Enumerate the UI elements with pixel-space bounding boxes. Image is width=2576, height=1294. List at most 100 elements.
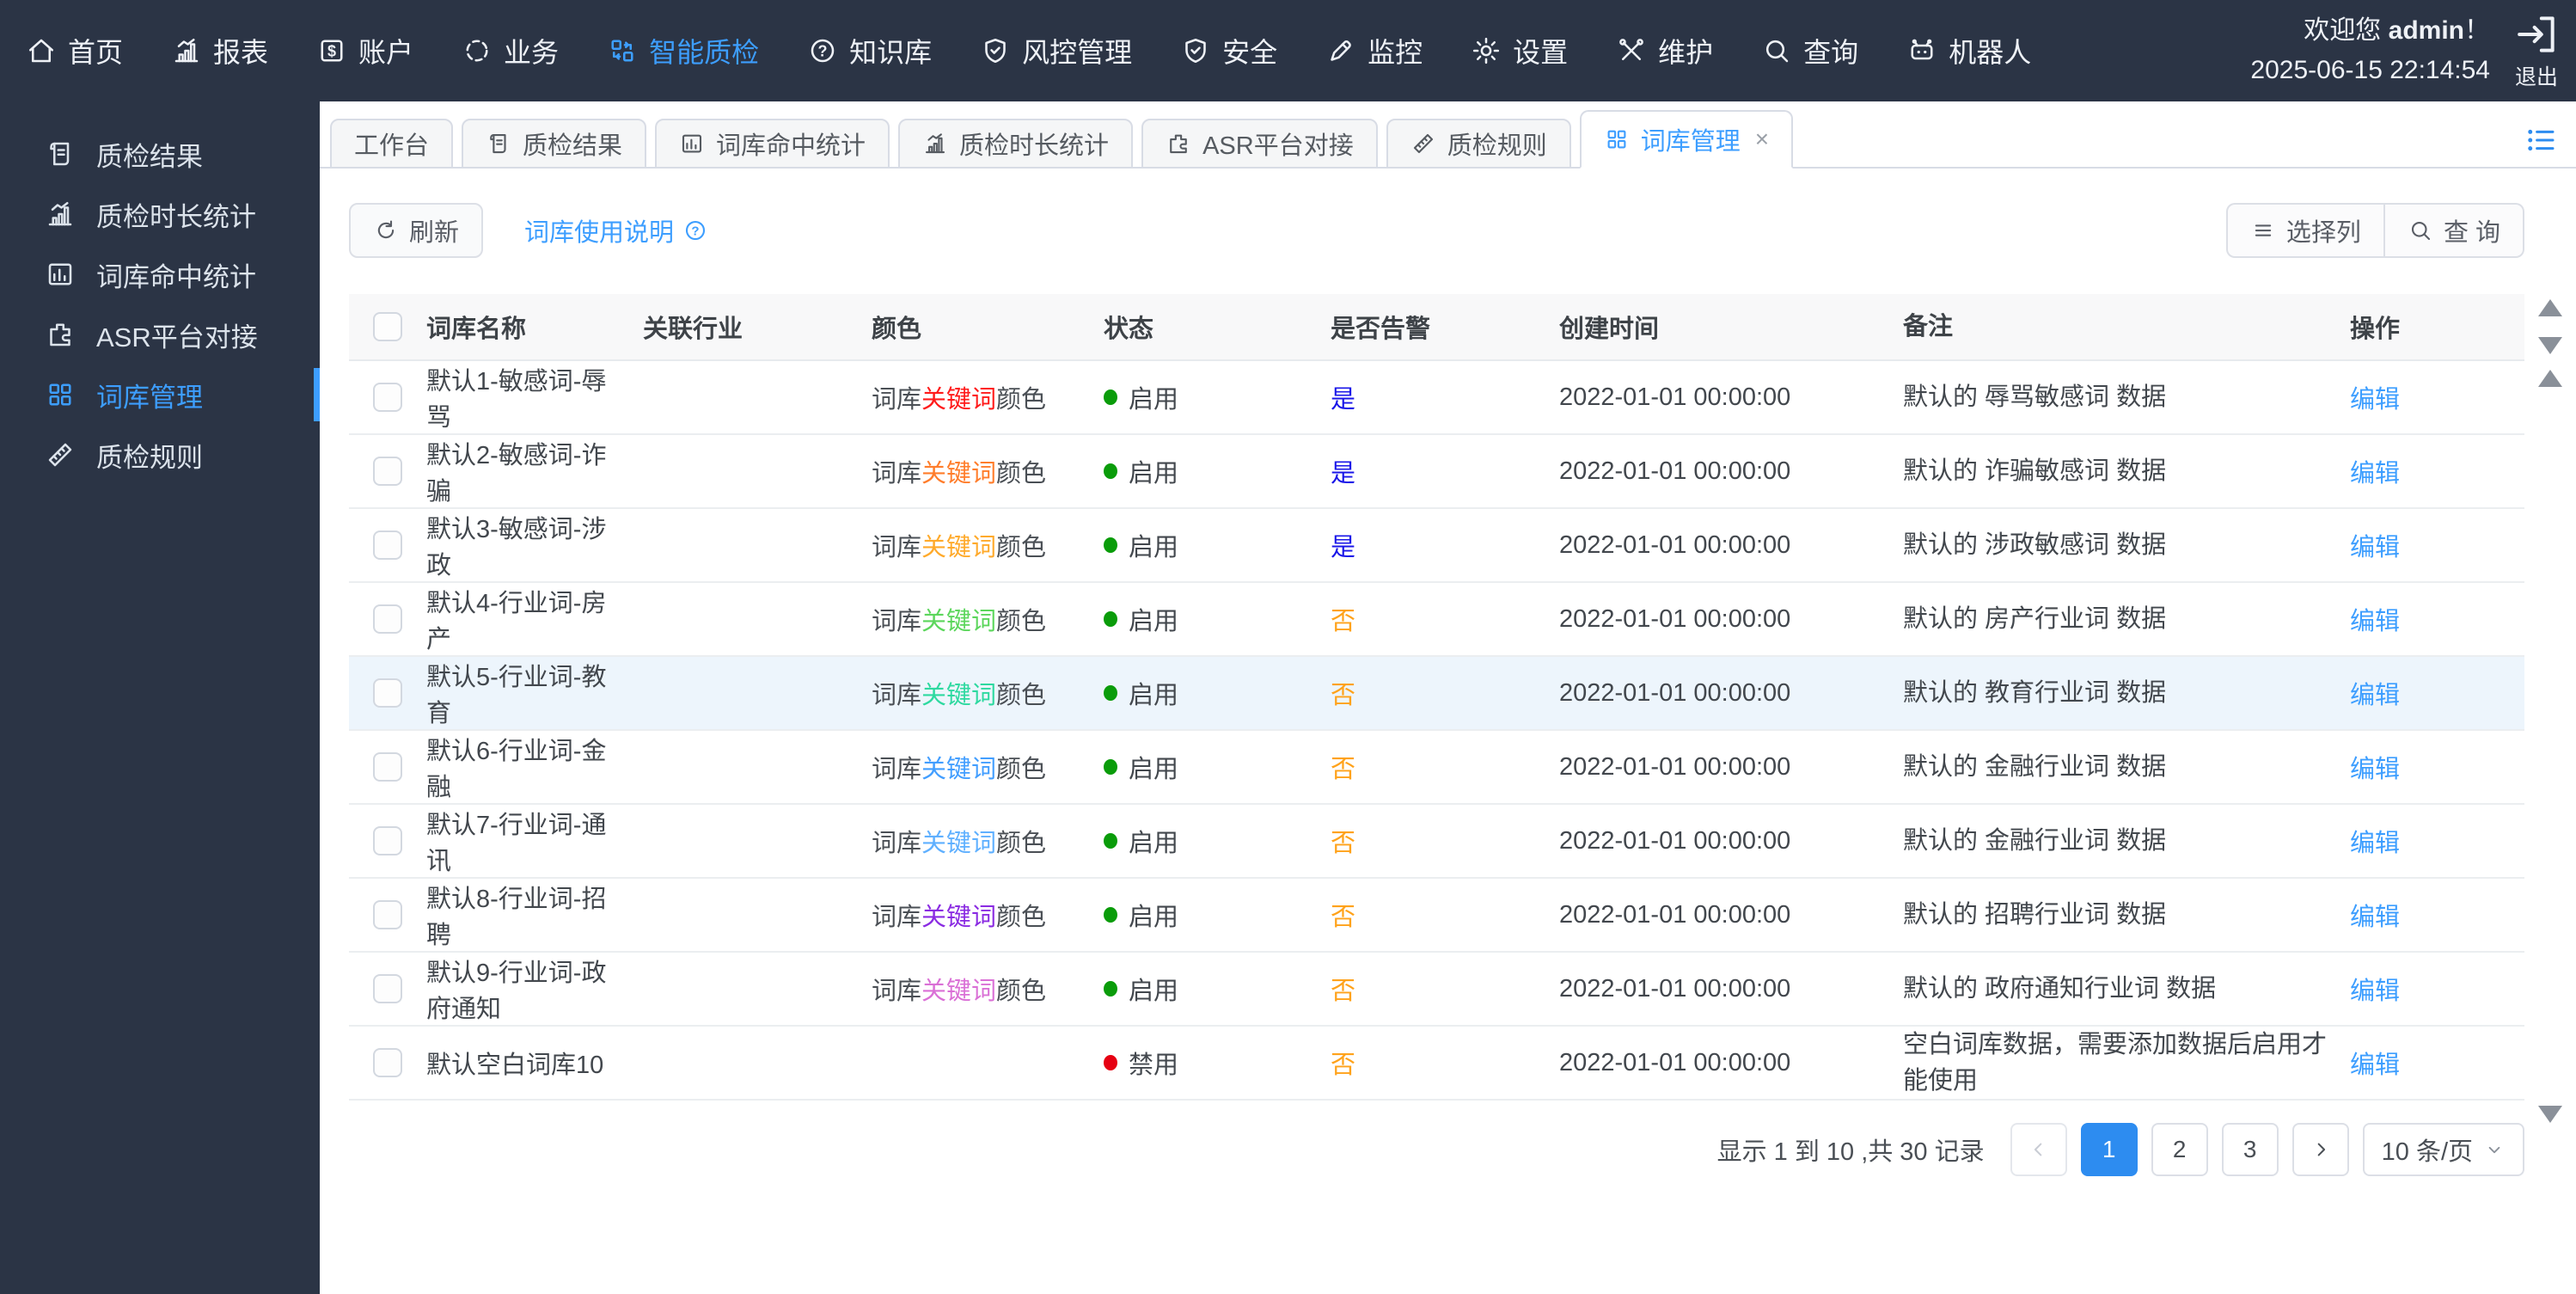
vscroll-top-arrow[interactable] xyxy=(2538,370,2562,387)
nav-item-robot[interactable]: 机器人 xyxy=(1906,31,2031,71)
page-size-select[interactable]: 10 条/页 xyxy=(2362,1123,2524,1177)
pen-icon xyxy=(1325,35,1356,66)
sidebar-item-lexicon-hits[interactable]: 词库命中统计 xyxy=(0,244,320,304)
row-checkbox[interactable] xyxy=(373,826,402,856)
sidebar-item-lexicon-manage[interactable]: 词库管理 xyxy=(0,365,320,425)
page-button-2[interactable]: 2 xyxy=(2151,1123,2208,1177)
edit-link[interactable]: 编辑 xyxy=(2350,460,2400,488)
welcome-line: 欢迎您 admin！ xyxy=(2304,15,2490,45)
tab-workbench[interactable]: 工作台 xyxy=(330,119,454,169)
edit-link[interactable]: 编辑 xyxy=(2350,904,2400,931)
nav-item-maintain[interactable]: 维护 xyxy=(1616,31,1713,71)
nav-item-knowledge[interactable]: ? 知识库 xyxy=(807,31,932,71)
tab-lexicon-hits[interactable]: 词库命中统计 xyxy=(655,119,890,169)
nav-item-smart-qc[interactable]: 智能质检 xyxy=(607,31,759,71)
edit-link[interactable]: 编辑 xyxy=(2350,978,2400,1005)
row-checkbox[interactable] xyxy=(373,678,402,708)
row-checkbox[interactable] xyxy=(373,974,402,1003)
repeat-icon xyxy=(607,35,638,66)
scroll-up-arrow[interactable] xyxy=(2538,299,2562,316)
scroll-down-arrow[interactable] xyxy=(2538,337,2562,354)
edit-link[interactable]: 编辑 xyxy=(2350,608,2400,635)
row-checkbox[interactable] xyxy=(373,457,402,486)
query-button[interactable]: 查 询 xyxy=(2383,203,2524,258)
edit-link[interactable]: 编辑 xyxy=(2350,682,2400,709)
nav-item-home[interactable]: 首页 xyxy=(26,31,123,71)
lexicon-help-link[interactable]: 词库使用说明 ? xyxy=(524,212,708,248)
row-checkbox[interactable] xyxy=(373,900,402,929)
edit-link[interactable]: 编辑 xyxy=(2350,1052,2400,1079)
color-cell: 词库关键词颜色 xyxy=(872,527,1104,563)
refresh-button[interactable]: 刷新 xyxy=(349,203,484,258)
row-checkbox[interactable] xyxy=(373,1048,402,1078)
nav-item-business[interactable]: 业务 xyxy=(462,31,559,71)
alarm-cell: 否 xyxy=(1331,1045,1559,1081)
row-checkbox[interactable] xyxy=(373,752,402,782)
vscroll-bottom-arrow[interactable] xyxy=(2538,1106,2562,1123)
sidebar-item-asr-platform[interactable]: ASR平台对接 xyxy=(0,304,320,365)
lexicon-name: 默认8-行业词-招聘 xyxy=(426,886,607,949)
tab-close-icon[interactable]: × xyxy=(1755,126,1769,153)
logout-button[interactable]: 退出 xyxy=(2512,10,2561,91)
nav-item-query[interactable]: 查询 xyxy=(1761,31,1858,71)
toolbar-right-group: 选择列 查 询 xyxy=(2225,203,2524,258)
nav-item-reports[interactable]: 报表 xyxy=(171,31,268,71)
page-button-1[interactable]: 1 xyxy=(2080,1123,2138,1177)
question-circle-icon: ? xyxy=(807,35,838,66)
nav-item-security[interactable]: 安全 xyxy=(1180,31,1277,71)
edit-link[interactable]: 编辑 xyxy=(2350,830,2400,857)
select-all-checkbox[interactable] xyxy=(373,312,402,341)
sidebar-item-qc-result[interactable]: 质检结果 xyxy=(0,124,320,184)
page-button-3[interactable]: 3 xyxy=(2221,1123,2279,1177)
nav-item-settings[interactable]: 设置 xyxy=(1471,31,1568,71)
color-prefix: 词库 xyxy=(872,904,922,931)
nav-item-label: 查询 xyxy=(1803,37,1859,68)
tab-qc-rules[interactable]: 质检规则 xyxy=(1386,119,1571,169)
tab-asr-platform[interactable]: ASR平台对接 xyxy=(1141,119,1378,169)
tab-label: ASR平台对接 xyxy=(1202,132,1354,160)
next-page-button[interactable] xyxy=(2291,1123,2349,1177)
row-checkbox-cell xyxy=(349,678,426,708)
nav-item-accounts[interactable]: $ 账户 xyxy=(316,31,413,71)
chart-box-icon xyxy=(679,131,705,156)
status-dot-enabled xyxy=(1104,759,1117,775)
select-columns-button[interactable]: 选择列 xyxy=(2225,203,2384,258)
remark: 默认的 金融行业词 数据 xyxy=(1903,826,2167,855)
prev-page-button[interactable] xyxy=(2010,1123,2067,1177)
query-label: 查 询 xyxy=(2443,219,2500,247)
edit-link[interactable]: 编辑 xyxy=(2350,386,2400,414)
edit-link[interactable]: 编辑 xyxy=(2350,534,2400,561)
alarm-cell: 否 xyxy=(1331,749,1559,785)
lexicon-name: 默认4-行业词-房产 xyxy=(426,590,607,653)
status-dot-enabled xyxy=(1104,463,1117,479)
created-time: 2022-01-01 00:00:00 xyxy=(1559,974,1791,1003)
alarm-cell: 是 xyxy=(1331,453,1559,489)
sidebar-item-qc-duration[interactable]: 质检时长统计 xyxy=(0,184,320,244)
robot-icon xyxy=(1906,35,1937,66)
lexicon-name: 默认1-敏感词-辱骂 xyxy=(426,368,607,432)
nav-item-label: 账户 xyxy=(358,37,414,68)
row-checkbox[interactable] xyxy=(373,604,402,634)
shield-check-icon xyxy=(1180,35,1211,66)
sidebar-item-qc-rules[interactable]: 质检规则 xyxy=(0,425,320,485)
tab-lexicon-manage[interactable]: 词库管理 × xyxy=(1579,110,1794,169)
nav-item-monitor[interactable]: 监控 xyxy=(1325,31,1423,71)
edit-link[interactable]: 编辑 xyxy=(2350,756,2400,783)
table-row: 默认5-行业词-教育 词库关键词颜色 启用否 2022-01-01 00:00:00 默… xyxy=(349,657,2524,731)
sidebar-item-label: 质检时长统计 xyxy=(96,201,256,232)
nav-item-label: 风控管理 xyxy=(1022,37,1133,68)
created-time: 2022-01-01 00:00:00 xyxy=(1559,900,1791,929)
nav-item-label: 监控 xyxy=(1368,37,1423,68)
gear-icon xyxy=(1471,35,1502,66)
top-nav-bar: 首页 报表 $ 账户 业务 智能质检 ? 知识库 风控管理 安全 监控 设置 维护 查询 机器人 欢迎您 a… xyxy=(0,0,2576,101)
list-panel-icon[interactable] xyxy=(2523,122,2559,158)
row-checkbox[interactable] xyxy=(373,383,402,412)
status-dot-disabled xyxy=(1104,1055,1117,1071)
lexicon-name: 默认3-敏感词-涉政 xyxy=(426,516,607,580)
tab-qc-result[interactable]: 质检结果 xyxy=(462,119,647,169)
row-checkbox[interactable] xyxy=(373,530,402,560)
status-dot-enabled xyxy=(1104,537,1117,553)
tab-qc-duration[interactable]: 质检时长统计 xyxy=(898,119,1134,169)
chevron-left-icon xyxy=(2027,1138,2051,1162)
nav-item-risk[interactable]: 风控管理 xyxy=(980,31,1132,71)
